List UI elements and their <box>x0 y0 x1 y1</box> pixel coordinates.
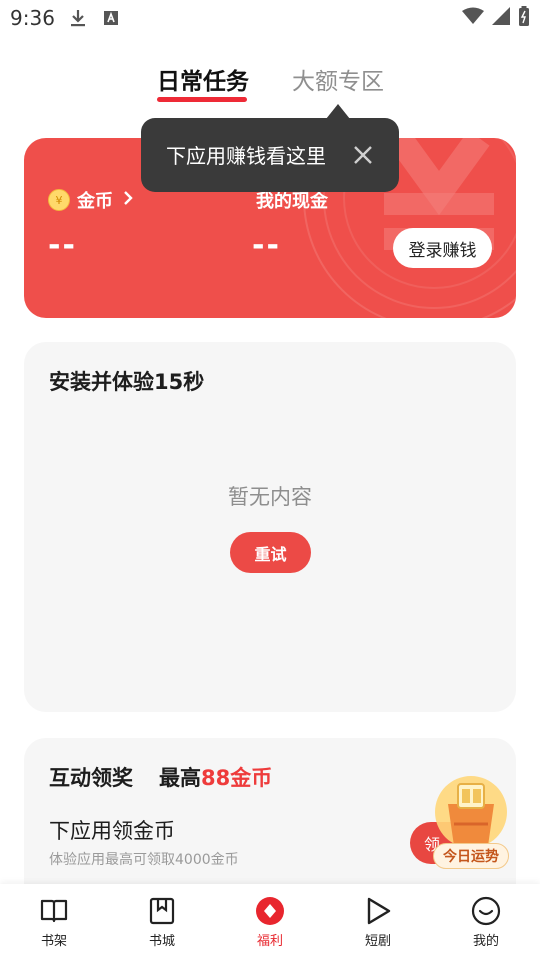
tooltip-text: 下应用赚钱看这里 <box>166 144 326 168</box>
nav-label-bookshelf: 书架 <box>40 934 67 949</box>
tab-big-rewards[interactable]: 大额专区 <box>292 62 384 96</box>
play-icon <box>367 897 391 925</box>
book-open-icon <box>40 899 68 923</box>
retry-button[interactable]: 重试 <box>230 532 311 573</box>
chevron-right-icon[interactable] <box>120 190 136 206</box>
status-right <box>462 6 530 26</box>
login-earn-button[interactable]: 登录赚钱 <box>393 228 492 268</box>
nav-item-mine[interactable]: 我的 <box>446 896 526 949</box>
nav-item-short-drama[interactable]: 短剧 <box>338 896 418 949</box>
nav-label-mine: 我的 <box>472 934 499 949</box>
download-icon <box>71 10 85 27</box>
tab-underline <box>157 97 247 102</box>
battery-icon <box>519 6 529 26</box>
max-reward-value: 88金币 <box>201 766 273 790</box>
wifi-icon <box>462 7 484 24</box>
tab-daily-tasks[interactable]: 日常任务 <box>157 62 249 96</box>
status-time: 9:36 <box>10 6 55 30</box>
nav-label-short-drama: 短剧 <box>364 934 391 949</box>
coins-label[interactable]: 金币 <box>77 187 113 213</box>
tooltip-arrow <box>326 104 350 119</box>
interactive-card-description: 体验应用最高可领取4000金币 <box>49 852 239 868</box>
nav-label-bookstore: 书城 <box>148 934 175 949</box>
nav-item-bookshelf[interactable]: 书架 <box>14 896 94 949</box>
coins-value: -- <box>48 228 77 263</box>
coin-icon: ¥ <box>48 189 70 211</box>
empty-state-text: 暂无内容 <box>228 485 312 509</box>
max-reward-prefix: 最高 <box>159 766 201 790</box>
nav-item-bookstore[interactable]: 书城 <box>122 896 202 949</box>
close-icon[interactable] <box>350 142 376 168</box>
fortune-label[interactable]: 今日运势 <box>433 843 509 869</box>
nav-label-welfare: 福利 <box>256 934 283 949</box>
install-card-title: 安装并体验15秒 <box>49 370 205 394</box>
install-card <box>24 342 516 712</box>
text-icon <box>104 11 118 25</box>
interactive-card-subtitle: 下应用领金币 <box>49 819 175 843</box>
gift-circle-icon <box>256 897 284 925</box>
cash-value: -- <box>252 228 281 263</box>
interactive-card-title: 互动领奖 <box>49 766 133 790</box>
smile-face-icon <box>471 896 501 926</box>
nav-item-welfare[interactable]: 福利 <box>230 896 310 949</box>
max-reward: 最高88金币 <box>159 762 272 792</box>
bookmark-book-icon <box>149 897 175 925</box>
signal-icon <box>492 7 510 25</box>
